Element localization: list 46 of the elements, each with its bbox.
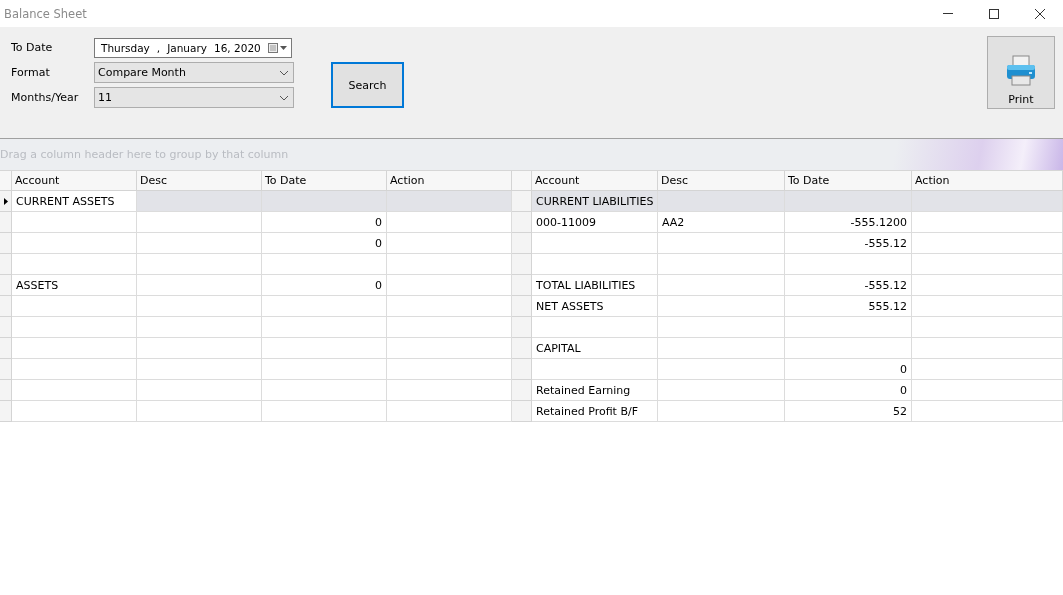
table-cell: CAPITAL: [532, 338, 658, 359]
search-button[interactable]: Search: [331, 62, 404, 108]
column-header[interactable]: Desc: [658, 171, 785, 191]
table-cell: -555.1200: [785, 212, 912, 233]
format-dropdown[interactable]: Compare Month: [94, 62, 294, 83]
table-cell: 52: [785, 401, 912, 422]
table-cell: 000-11009: [532, 212, 658, 233]
months-dropdown[interactable]: 11: [94, 87, 294, 108]
field-label: Format: [11, 66, 51, 79]
table-cell: CURRENT ASSETS: [12, 191, 137, 212]
column-header[interactable]: Action: [387, 171, 512, 191]
table-cell: 0: [262, 275, 387, 296]
table-cell: Retained Earning: [532, 380, 658, 401]
table-cell: 0: [785, 359, 912, 380]
field-label: To Date: [11, 41, 54, 54]
table-cell: ASSETS: [12, 275, 137, 296]
print-button[interactable]: Print: [987, 36, 1055, 109]
table-cell: 0: [262, 233, 387, 254]
maximize-icon: [989, 8, 999, 19]
printer-icon: [1006, 55, 1036, 87]
minimize-icon: [943, 13, 953, 14]
field-label: Months/Year: [11, 91, 80, 104]
table-cell: TOTAL LIABILITIES: [532, 275, 658, 296]
table-cell: -555.12: [785, 275, 912, 296]
window-title: Balance Sheet: [3, 6, 87, 21]
column-header[interactable]: Action: [912, 171, 1063, 191]
table-cell: Retained Profit B/F: [532, 401, 658, 422]
row-indicator[interactable]: [0, 191, 12, 212]
table-cell: 0: [785, 380, 912, 401]
table-cell: AA2: [658, 212, 785, 233]
column-header[interactable]: Desc: [137, 171, 262, 191]
table-cell: 555.12: [785, 296, 912, 317]
dropdown-caret-icon: [279, 94, 289, 101]
table-cell: CURRENT LIABILITIES: [532, 191, 658, 212]
table-cell: 0: [262, 212, 387, 233]
table-cell: NET ASSETS: [532, 296, 658, 317]
dropdown-caret-icon: [279, 69, 289, 76]
column-header[interactable]: To Date: [785, 171, 912, 191]
calendar-icon: [268, 42, 288, 53]
table-cell: -555.12: [785, 233, 912, 254]
column-header[interactable]: Account: [532, 171, 658, 191]
column-header[interactable]: Account: [12, 171, 137, 191]
column-header[interactable]: To Date: [262, 171, 387, 191]
close-icon: [1035, 8, 1045, 19]
current-row-icon: [3, 197, 8, 205]
date-field[interactable]: Thursday , January 16, 2020: [94, 37, 292, 58]
